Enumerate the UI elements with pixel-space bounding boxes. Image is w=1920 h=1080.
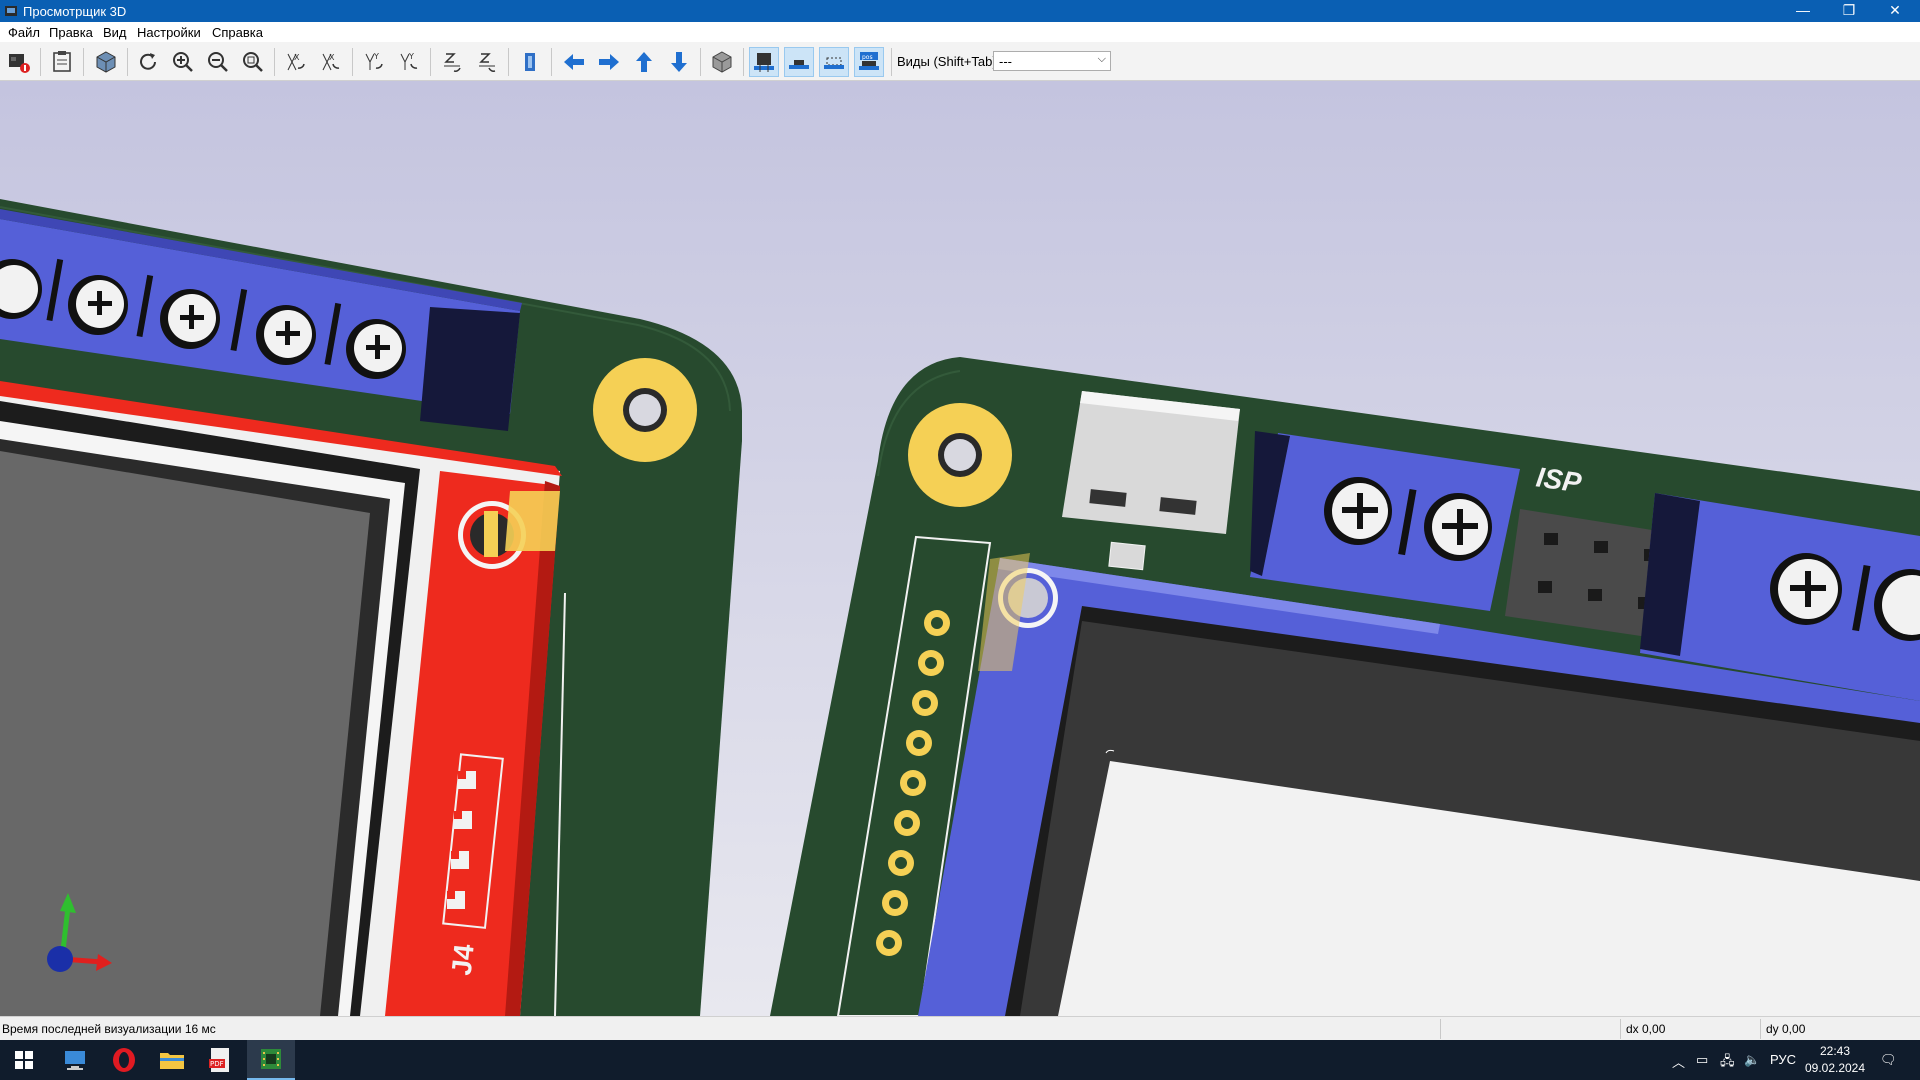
taskbar-kicad-3d-viewer[interactable] bbox=[247, 1040, 295, 1080]
move-up-button[interactable] bbox=[629, 47, 659, 77]
views-label: Виды (Shift+Tab): bbox=[897, 54, 1001, 69]
arrow-left-icon bbox=[564, 54, 584, 70]
svg-text:pos: pos bbox=[862, 54, 873, 61]
refresh-icon bbox=[140, 53, 156, 70]
menu-bar: Файл Правка Вид Настройки Справка bbox=[0, 22, 1920, 42]
rotate-x-ccw-button[interactable]: X bbox=[316, 47, 346, 77]
svg-text:X: X bbox=[294, 53, 300, 62]
chevron-down-icon: ⌵ bbox=[1097, 53, 1106, 65]
pdf-icon: PDF bbox=[209, 1048, 229, 1072]
start-button[interactable] bbox=[0, 1040, 48, 1080]
left-board: J4 bbox=[0, 199, 742, 1016]
window-title: Просмотрщик 3D bbox=[23, 4, 127, 19]
move-right-button[interactable] bbox=[594, 47, 624, 77]
restore-button[interactable]: ❐ bbox=[1826, 0, 1872, 22]
rotate-z-ccw-button[interactable] bbox=[472, 47, 502, 77]
zoom-fit-button[interactable] bbox=[238, 47, 268, 77]
views-dropdown[interactable]: --- ⌵ bbox=[993, 51, 1111, 71]
cube-icon bbox=[712, 51, 732, 73]
volume-icon[interactable]: 🔈 bbox=[1744, 1052, 1760, 1068]
network-icon[interactable]: 🖧 bbox=[1720, 1052, 1735, 1074]
minimize-button[interactable]: — bbox=[1780, 0, 1826, 22]
move-down-button[interactable] bbox=[664, 47, 694, 77]
svg-text:Y: Y bbox=[373, 52, 379, 61]
menu-edit[interactable]: Правка bbox=[49, 25, 93, 40]
folder-icon bbox=[160, 1053, 184, 1069]
export-image-icon bbox=[9, 54, 30, 73]
toolbar: X X Y Y pos Виды (Shift+Tab): --- ⌵ bbox=[0, 42, 1920, 81]
rotate-z-ccw-icon bbox=[479, 53, 496, 72]
svg-text:PDF: PDF bbox=[210, 1060, 224, 1068]
status-bar: Время последней визуализации 16 мс dx 0,… bbox=[0, 1016, 1920, 1041]
render-time-status: Время последней визуализации 16 мс bbox=[2, 1022, 216, 1036]
flip-board-button[interactable] bbox=[516, 47, 546, 77]
flip-board-icon bbox=[525, 53, 535, 71]
close-button[interactable]: ✕ bbox=[1872, 0, 1918, 22]
opera-icon bbox=[113, 1048, 135, 1072]
ortho-toggle-button[interactable] bbox=[707, 47, 737, 77]
tht-component-icon bbox=[754, 53, 774, 72]
reload-board-button[interactable] bbox=[133, 47, 163, 77]
zoom-in-button[interactable] bbox=[168, 47, 198, 77]
svg-text:X: X bbox=[329, 53, 335, 62]
menu-help[interactable]: Справка bbox=[212, 25, 263, 40]
views-dropdown-value: --- bbox=[999, 54, 1012, 69]
menu-preferences[interactable]: Настройки bbox=[137, 25, 201, 40]
taskbar-file-explorer[interactable] bbox=[148, 1040, 196, 1080]
kicad-pcb-icon bbox=[261, 1049, 281, 1069]
taskbar-opera[interactable] bbox=[100, 1040, 148, 1080]
toggle-smd-button[interactable] bbox=[784, 47, 814, 77]
rotate-y-icon: Y bbox=[365, 52, 383, 70]
taskbar: PDF ︿ ▭ 🖧 🔈 РУС 22:43 09.02.2024 🗨 bbox=[0, 1040, 1920, 1080]
toggle-tht-button[interactable] bbox=[749, 47, 779, 77]
taskbar-pdf-reader[interactable]: PDF bbox=[196, 1040, 244, 1080]
cube-wireframe-icon bbox=[96, 51, 116, 73]
toggle-virtual-button[interactable] bbox=[819, 47, 849, 77]
arrow-right-icon bbox=[599, 54, 619, 70]
remote-desktop-icon bbox=[65, 1051, 85, 1070]
meet-now-icon[interactable]: ▭ bbox=[1696, 1052, 1708, 1068]
menu-file[interactable]: Файл bbox=[8, 25, 40, 40]
clipboard-icon bbox=[53, 51, 71, 72]
isp-silkscreen-label: ISP bbox=[1534, 461, 1583, 498]
zoom-in-icon bbox=[173, 52, 193, 72]
rotate-y-ccw-button[interactable]: Y bbox=[394, 47, 424, 77]
arrow-up-icon bbox=[636, 52, 652, 72]
zoom-out-icon bbox=[208, 52, 228, 72]
show-hidden-icons-button[interactable]: ︿ bbox=[1672, 1052, 1685, 1071]
rotate-x-icon: X bbox=[287, 53, 305, 71]
title-bar: Просмотрщик 3D — ❐ ✕ bbox=[0, 0, 1920, 22]
virtual-component-icon bbox=[824, 57, 844, 69]
rotate-z-icon bbox=[444, 53, 461, 72]
render-mode-button[interactable] bbox=[91, 47, 121, 77]
clock-date: 09.02.2024 bbox=[1804, 1061, 1866, 1075]
taskbar-clock[interactable]: 22:43 09.02.2024 bbox=[1790, 1043, 1880, 1077]
arrow-down-icon bbox=[671, 52, 687, 72]
zoom-fit-icon bbox=[243, 52, 263, 72]
copy-to-clipboard-button[interactable] bbox=[47, 47, 77, 77]
menu-view[interactable]: Вид bbox=[103, 25, 127, 40]
rotate-x-ccw-icon: X bbox=[322, 53, 340, 71]
toggle-not-in-pos-button[interactable]: pos bbox=[854, 47, 884, 77]
windows-logo-icon bbox=[15, 1051, 33, 1069]
j4-silkscreen-label: J4 bbox=[446, 942, 480, 977]
clock-time: 22:43 bbox=[1819, 1044, 1851, 1058]
zoom-out-button[interactable] bbox=[203, 47, 233, 77]
taskbar-remote-desktop[interactable] bbox=[52, 1040, 100, 1080]
not-in-pos-icon: pos bbox=[859, 52, 879, 70]
dy-status: dy 0,00 bbox=[1766, 1022, 1806, 1036]
notifications-icon[interactable]: 🗨 bbox=[1880, 1052, 1897, 1068]
export-image-button[interactable] bbox=[4, 47, 34, 77]
app-icon bbox=[5, 6, 17, 16]
rotate-x-cw-button[interactable]: X bbox=[281, 47, 311, 77]
rotate-y-cw-button[interactable]: Y bbox=[359, 47, 389, 77]
svg-text:Y: Y bbox=[408, 52, 414, 61]
rotate-y-ccw-icon: Y bbox=[400, 52, 418, 70]
move-left-button[interactable] bbox=[559, 47, 589, 77]
smd-component-icon bbox=[789, 60, 809, 69]
dx-status: dx 0,00 bbox=[1626, 1022, 1666, 1036]
3d-viewport[interactable]: J4 ISP bbox=[0, 81, 1920, 1016]
rotate-z-cw-button[interactable] bbox=[437, 47, 467, 77]
